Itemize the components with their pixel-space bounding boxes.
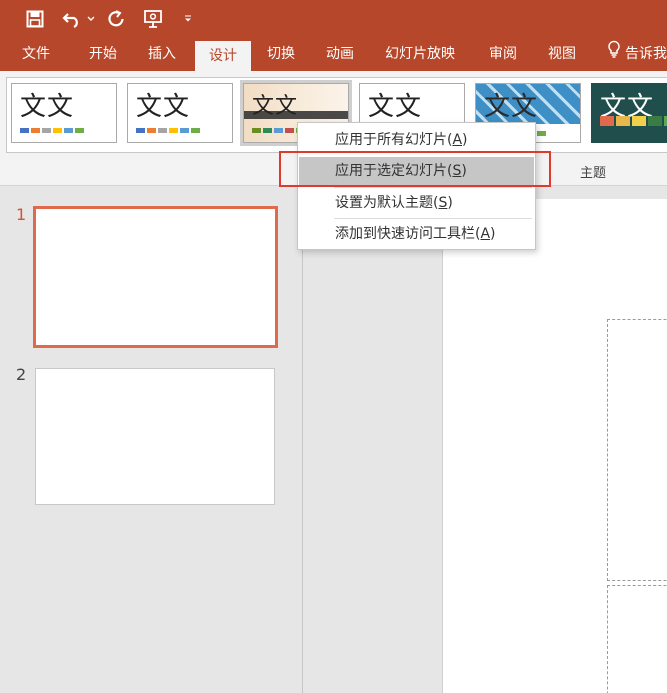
color-swatch xyxy=(53,128,62,133)
color-swatch xyxy=(191,128,200,133)
tab-insert[interactable]: 插入 xyxy=(148,38,176,71)
color-swatch xyxy=(31,128,40,133)
title-placeholder[interactable] xyxy=(607,319,667,581)
theme-color-bars xyxy=(136,128,200,133)
tell-me[interactable]: 告诉我 xyxy=(607,38,667,71)
color-swatch xyxy=(75,128,84,133)
color-swatch xyxy=(285,128,294,133)
color-swatch xyxy=(616,116,630,126)
theme-color-bars xyxy=(20,128,84,133)
color-swatch xyxy=(632,116,646,126)
menu-item-accesskey: A xyxy=(480,226,491,242)
color-swatch xyxy=(64,128,73,133)
theme-thumb-text: 文文 xyxy=(136,92,191,122)
color-swatch xyxy=(169,128,178,133)
color-swatch xyxy=(648,116,662,126)
menu-apply-all-slides[interactable]: 应用于所有幻灯片(A) xyxy=(299,126,534,154)
menu-add-to-quick-access[interactable]: 添加到快速访问工具栏(A) xyxy=(299,220,534,248)
tab-home[interactable]: 开始 xyxy=(89,38,117,71)
undo-dropdown-icon[interactable] xyxy=(86,6,96,32)
redo-icon[interactable] xyxy=(104,6,128,32)
menu-item-accesskey: A xyxy=(452,132,463,148)
ribbon-tabs: 文件 开始 插入 设计 切换 动画 幻灯片放映 审阅 视图 告诉我 xyxy=(0,38,667,71)
undo-icon[interactable] xyxy=(60,6,84,32)
slide-editor xyxy=(304,187,667,693)
tab-slideshow[interactable]: 幻灯片放映 xyxy=(385,38,455,71)
menu-item-label: 添加到快速访问工具栏 xyxy=(335,226,475,242)
presenter-icon[interactable] xyxy=(140,6,166,32)
color-swatch xyxy=(252,128,261,133)
menu-separator xyxy=(334,218,532,219)
menu-set-default-theme[interactable]: 设置为默认主题(S) xyxy=(299,189,534,217)
theme-thumb-text: 文文 xyxy=(368,92,423,122)
lightbulb-icon xyxy=(607,38,621,71)
theme-thumb-text: 文文 xyxy=(484,92,539,122)
subtitle-placeholder[interactable] xyxy=(607,585,667,693)
tell-me-label: 告诉我 xyxy=(625,46,667,62)
tab-animations[interactable]: 动画 xyxy=(326,38,354,71)
save-icon[interactable] xyxy=(22,6,48,32)
slide-number: 1 xyxy=(16,205,27,224)
tab-review[interactable]: 审阅 xyxy=(489,38,517,71)
menu-item-accesskey: S xyxy=(438,195,448,211)
menu-item-accesskey: S xyxy=(452,163,462,179)
title-bar xyxy=(0,0,667,38)
theme-thumb-6[interactable]: 文文 xyxy=(591,83,667,143)
color-swatch xyxy=(537,131,546,136)
color-swatch xyxy=(180,128,189,133)
slide-canvas[interactable] xyxy=(442,199,667,693)
group-label-themes: 主题 xyxy=(580,166,607,181)
slide-panel: 1 2 xyxy=(0,187,303,693)
color-swatch xyxy=(147,128,156,133)
color-swatch xyxy=(20,128,29,133)
theme-thumb-1[interactable]: 文文 xyxy=(11,83,117,143)
menu-apply-selected-slides[interactable]: 应用于选定幻灯片(S) xyxy=(299,157,534,185)
tab-view[interactable]: 视图 xyxy=(548,38,576,71)
color-swatch xyxy=(136,128,145,133)
menu-item-label: 设置为默认主题 xyxy=(335,195,433,211)
color-swatch xyxy=(263,128,272,133)
theme-color-bars xyxy=(600,116,667,126)
tab-transitions[interactable]: 切换 xyxy=(267,38,295,71)
color-swatch xyxy=(42,128,51,133)
tab-file[interactable]: 文件 xyxy=(22,38,50,71)
menu-item-label: 应用于所有幻灯片 xyxy=(335,132,447,148)
menu-separator xyxy=(334,187,532,188)
menu-item-label: 应用于选定幻灯片 xyxy=(335,163,447,179)
theme-thumb-text: 文文 xyxy=(20,92,75,122)
slide-thumbnail-2[interactable] xyxy=(35,368,275,505)
color-swatch xyxy=(274,128,283,133)
theme-thumb-text: 文文 xyxy=(252,94,299,119)
color-swatch xyxy=(158,128,167,133)
color-swatch xyxy=(600,116,614,126)
slide-number: 2 xyxy=(16,365,27,384)
theme-thumb-2[interactable]: 文文 xyxy=(127,83,233,143)
slide-thumbnail-1[interactable] xyxy=(33,206,278,348)
theme-context-menu: 应用于所有幻灯片(A) 应用于选定幻灯片(S) 设置为默认主题(S) 添加到快速… xyxy=(297,122,536,250)
tab-design[interactable]: 设计 xyxy=(195,41,251,71)
customize-dropdown-icon[interactable] xyxy=(182,6,194,32)
